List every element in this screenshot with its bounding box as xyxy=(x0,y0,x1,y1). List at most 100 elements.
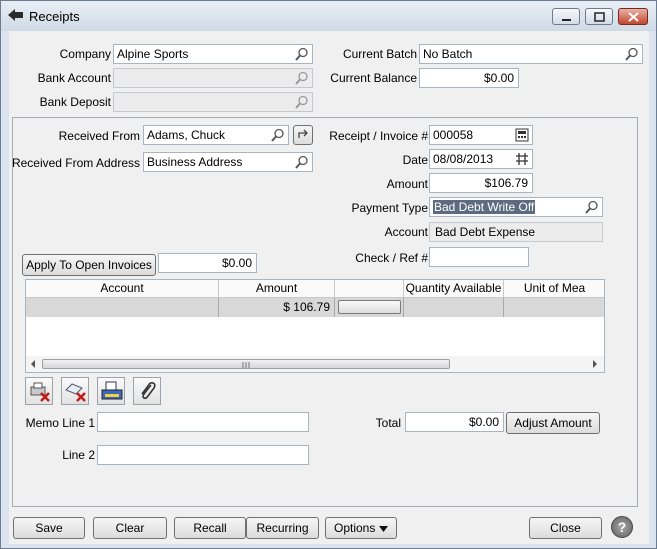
amount-field[interactable]: $106.79 xyxy=(429,173,533,193)
amount-label: Amount xyxy=(386,177,428,191)
account-field: Bad Debt Expense xyxy=(429,222,603,242)
grip-icon xyxy=(242,362,250,368)
apply-to-open-invoices-button[interactable]: Apply To Open Invoices xyxy=(22,254,156,276)
column-header-unit-of-measure[interactable]: Unit of Mea xyxy=(504,280,604,298)
back-arrow-icon xyxy=(8,9,23,21)
search-icon[interactable] xyxy=(585,200,599,214)
cell-amount[interactable]: $ 106.79 xyxy=(219,298,335,317)
apply-amount-field: $0.00 xyxy=(158,253,257,273)
close-icon xyxy=(628,12,639,22)
maximize-icon xyxy=(594,12,605,22)
search-icon[interactable] xyxy=(295,155,309,169)
received-from-field[interactable]: Adams, Chuck xyxy=(143,125,289,145)
line2-label: Line 2 xyxy=(62,448,95,462)
horizontal-scrollbar[interactable] xyxy=(26,356,604,372)
maximize-button[interactable] xyxy=(585,8,613,25)
scroll-right-icon[interactable] xyxy=(590,356,600,372)
total-field: $0.00 xyxy=(405,412,504,432)
options-button[interactable]: Options xyxy=(325,517,397,539)
bank-deposit-field[interactable] xyxy=(113,92,313,112)
search-icon[interactable] xyxy=(295,47,309,61)
total-label: Total xyxy=(375,416,401,430)
check-ref-label: Check / Ref # xyxy=(355,251,428,265)
refresh-icon xyxy=(298,129,308,138)
current-balance-field: $0.00 xyxy=(419,68,519,88)
cell-quantity-available[interactable] xyxy=(404,298,504,317)
line2-field[interactable] xyxy=(97,445,309,465)
account-label: Account xyxy=(384,225,428,239)
svg-text:?: ? xyxy=(618,519,627,535)
help-button[interactable]: ? xyxy=(611,516,633,538)
column-header-amount[interactable]: Amount xyxy=(219,280,335,298)
print-icon xyxy=(101,381,123,400)
scrollbar-thumb[interactable] xyxy=(42,359,450,369)
received-from-address-label: Received From Address xyxy=(11,156,140,170)
company-field[interactable]: Alpine Sports xyxy=(113,44,313,64)
search-icon[interactable] xyxy=(271,128,285,142)
recurring-button[interactable]: Recurring xyxy=(246,517,319,539)
payment-type-label: Payment Type xyxy=(351,201,429,215)
column-header-quantity-available[interactable]: Quantity Available xyxy=(404,280,504,298)
clear-button[interactable]: Clear xyxy=(93,517,167,539)
cell-button[interactable] xyxy=(335,298,404,317)
title-bar: Receipts xyxy=(1,1,656,31)
cell-unit-of-measure[interactable] xyxy=(504,298,604,317)
bank-account-field[interactable] xyxy=(113,68,313,88)
column-header-account[interactable]: Account xyxy=(26,280,219,298)
search-icon[interactable] xyxy=(295,71,309,85)
column-header-button[interactable] xyxy=(335,280,404,298)
search-icon[interactable] xyxy=(625,47,639,61)
row-lookup-button[interactable] xyxy=(338,300,401,314)
receipt-lines-grid[interactable]: Account Amount Quantity Available Unit o… xyxy=(25,279,605,373)
check-ref-field[interactable] xyxy=(429,247,529,267)
current-batch-label: Current Batch xyxy=(342,47,417,61)
attachment-button[interactable] xyxy=(133,377,161,405)
refresh-button[interactable] xyxy=(293,125,313,145)
payment-type-value: Bad Debt Write Off xyxy=(433,200,536,214)
current-batch-field[interactable]: No Batch xyxy=(419,44,643,64)
print-button[interactable] xyxy=(97,377,125,405)
chevron-down-icon xyxy=(379,526,388,532)
receipt-invoice-field[interactable]: 000058 xyxy=(429,125,533,145)
delete-line-icon xyxy=(65,383,86,402)
form-body: Company Alpine Sports Bank Account Bank … xyxy=(9,31,649,544)
delete-receipt-icon xyxy=(30,382,50,402)
company-label: Company xyxy=(59,47,111,61)
delete-receipt-button[interactable] xyxy=(25,377,53,405)
cell-account[interactable] xyxy=(26,298,219,317)
date-label: Date xyxy=(402,153,428,167)
received-from-address-value: Business Address xyxy=(147,155,243,169)
memo-line1-label: Memo Line 1 xyxy=(25,416,95,430)
recall-button[interactable]: Recall xyxy=(174,517,246,539)
memo-line1-field[interactable] xyxy=(97,412,309,432)
received-from-label: Received From xyxy=(58,129,140,143)
receipt-invoice-value: 000058 xyxy=(433,128,474,142)
adjust-amount-button[interactable]: Adjust Amount xyxy=(506,412,600,434)
receipts-window: Receipts Company Alpine Sports Bank Acco… xyxy=(0,0,657,549)
minimize-button[interactable] xyxy=(552,8,580,25)
company-value: Alpine Sports xyxy=(117,47,189,61)
receipt-invoice-label: Receipt / Invoice # xyxy=(329,129,428,143)
bank-deposit-label: Bank Deposit xyxy=(39,95,111,109)
help-icon: ? xyxy=(618,519,627,535)
bank-account-label: Bank Account xyxy=(37,71,111,85)
minimize-icon xyxy=(562,19,571,21)
calendar-icon[interactable] xyxy=(515,152,529,166)
current-batch-value: No Batch xyxy=(423,47,473,61)
scroll-left-icon[interactable] xyxy=(28,356,38,372)
received-from-address-field[interactable]: Business Address xyxy=(143,152,313,172)
close-button[interactable]: Close xyxy=(529,517,602,539)
calculator-icon[interactable] xyxy=(515,128,529,142)
close-window-button[interactable] xyxy=(618,8,648,25)
date-value: 08/08/2013 xyxy=(433,152,494,166)
payment-type-field[interactable]: Bad Debt Write Off xyxy=(429,197,603,217)
received-from-value: Adams, Chuck xyxy=(147,128,226,142)
date-field[interactable]: 08/08/2013 xyxy=(429,149,533,169)
search-icon[interactable] xyxy=(295,95,309,109)
save-button[interactable]: Save xyxy=(13,517,85,539)
current-balance-label: Current Balance xyxy=(330,71,417,85)
options-label: Options xyxy=(334,521,376,535)
attachment-icon xyxy=(141,382,156,400)
window-title: Receipts xyxy=(29,9,80,24)
delete-line-button[interactable] xyxy=(61,377,89,405)
